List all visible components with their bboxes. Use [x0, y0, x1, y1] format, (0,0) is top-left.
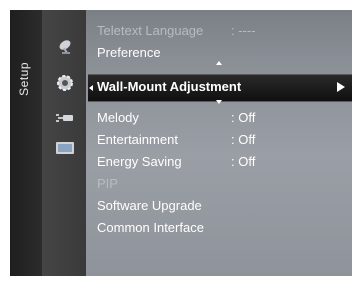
menu-item-preference[interactable]: Preference — [97, 43, 161, 63]
menu-item-melody[interactable]: Melody : Off — [97, 108, 255, 128]
input-plug-icon[interactable] — [54, 109, 76, 127]
scroll-up-caret-icon[interactable] — [216, 61, 222, 65]
menu-item-wall-mount-adjustment[interactable]: Wall-Mount Adjustment — [97, 77, 241, 97]
menu-item-label: Common Interface — [97, 220, 204, 235]
setup-tab-label[interactable]: Setup — [17, 62, 31, 96]
gear-icon[interactable] — [54, 74, 76, 92]
menu-item-value: : Off — [231, 154, 256, 169]
menu-item-label: Energy Saving — [97, 154, 182, 169]
menu-item-software-upgrade[interactable]: Software Upgrade — [97, 196, 202, 216]
menu-item-energy-saving[interactable]: Energy Saving : Off — [97, 152, 255, 172]
menu-item-label: Wall-Mount Adjustment — [97, 79, 242, 94]
menu-item-pip[interactable]: PIP — [97, 174, 118, 194]
satellite-dish-icon[interactable] — [54, 37, 76, 55]
menu-item-teletext-language[interactable]: Teletext Language : ---- — [97, 21, 256, 41]
picture-monitor-icon[interactable] — [54, 139, 76, 157]
left-caret-icon — [89, 85, 93, 91]
menu-item-entertainment[interactable]: Entertainment : Off — [97, 130, 255, 150]
menu-item-value: : Off — [231, 132, 256, 147]
menu-item-label: Melody — [97, 110, 139, 125]
scroll-down-caret-icon[interactable] — [216, 100, 222, 104]
menu-item-common-interface[interactable]: Common Interface — [97, 218, 204, 238]
menu-item-label: Software Upgrade — [97, 198, 202, 213]
menu-item-value: : ---- — [231, 23, 256, 38]
enter-arrow-icon[interactable] — [337, 82, 345, 92]
menu-item-label: PIP — [97, 176, 118, 191]
menu-item-label: Entertainment — [97, 132, 178, 147]
setup-tab-strip — [10, 10, 42, 276]
menu-item-value: : Off — [231, 110, 256, 125]
menu-item-label: Preference — [97, 45, 161, 60]
menu-item-label: Teletext Language — [97, 23, 204, 38]
